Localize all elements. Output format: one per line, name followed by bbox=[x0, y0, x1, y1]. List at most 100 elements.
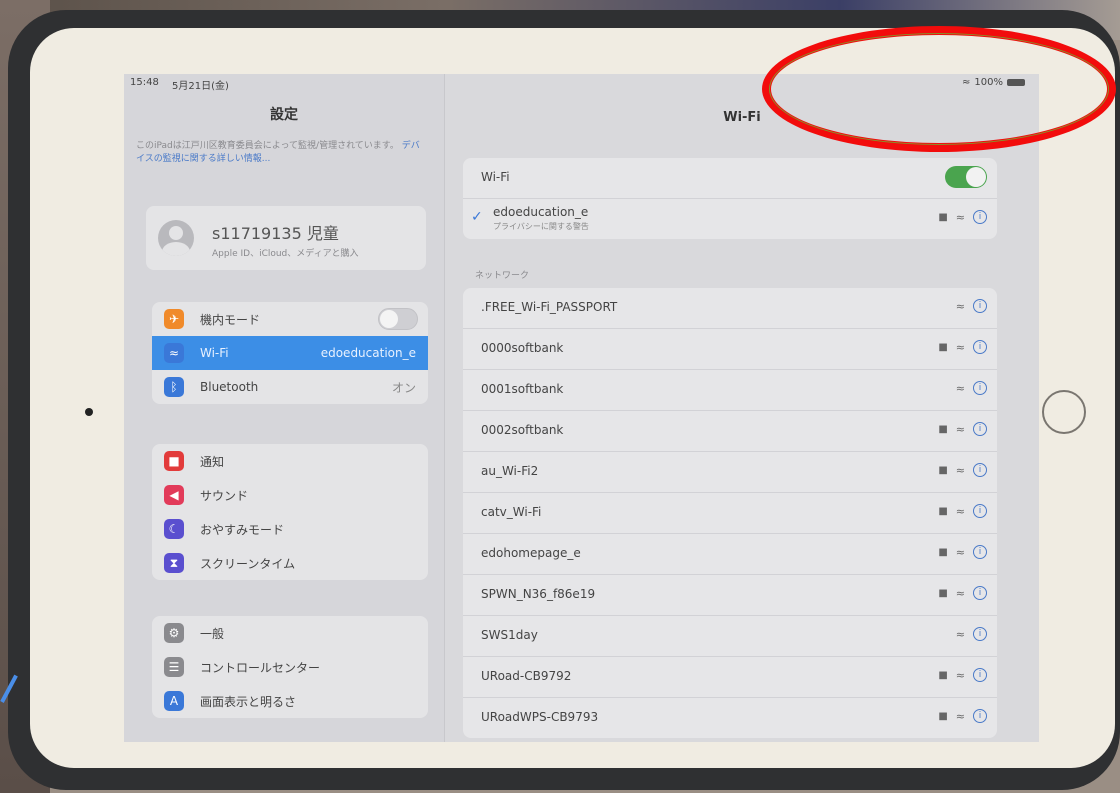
display-icon: A bbox=[164, 691, 184, 711]
wifi-signal-icon: ≈ bbox=[955, 340, 965, 354]
home-button[interactable] bbox=[1042, 390, 1086, 434]
wifi-signal-icon: ≈ bbox=[955, 381, 965, 395]
lock-icon: ■ bbox=[938, 423, 948, 435]
notifications-group: ■ 通知 ◀ サウンド ☾ おやすみモード ⧗ スクリーンタイム bbox=[152, 444, 428, 580]
wifi-signal-icon: ≈ bbox=[955, 668, 965, 682]
sidebar-item-notifications[interactable]: ■ 通知 bbox=[152, 444, 428, 478]
network-row[interactable]: edohomepage_e ■ ≈ i bbox=[463, 534, 997, 575]
network-row[interactable]: URoadWPS-CB9793 ■ ≈ i bbox=[463, 698, 997, 738]
airplane-mode-toggle[interactable] bbox=[378, 308, 418, 330]
wifi-signal-icon: ≈ bbox=[955, 463, 965, 477]
network-status-icons: ■ ≈ i bbox=[938, 463, 987, 477]
network-row[interactable]: URoad-CB9792 ■ ≈ i bbox=[463, 657, 997, 698]
check-icon: ✓ bbox=[471, 209, 483, 225]
networks-list: .FREE_Wi-Fi_PASSPORT ≈ i 0000softbank ■ ≈ i 000… bbox=[463, 288, 997, 738]
profile-subtitle: Apple ID、iCloud、メディアと購入 bbox=[212, 249, 359, 259]
network-name: URoad-CB9792 bbox=[481, 669, 572, 683]
sidebar-item-control-center[interactable]: ☰ コントロールセンター bbox=[152, 650, 428, 684]
info-icon[interactable]: i bbox=[973, 709, 987, 723]
info-icon[interactable]: i bbox=[973, 381, 987, 395]
wifi-card: Wi-Fi ✓ edoeducation_e プライバシーに関する警告 ■ ≈ … bbox=[463, 158, 997, 239]
hourglass-icon: ⧗ bbox=[164, 553, 184, 573]
info-icon[interactable]: i bbox=[973, 340, 987, 354]
network-name: SWS1day bbox=[481, 628, 538, 642]
wifi-signal-icon: ≈ bbox=[955, 210, 965, 224]
info-icon[interactable]: i bbox=[973, 668, 987, 682]
network-row[interactable]: 0001softbank ≈ i bbox=[463, 370, 997, 411]
avatar bbox=[158, 220, 194, 256]
wifi-signal-icon: ≈ bbox=[955, 422, 965, 436]
wifi-signal-icon: ≈ bbox=[955, 545, 965, 559]
sidebar-item-label: コントロールセンター bbox=[200, 660, 321, 675]
sidebar-item-screen-time[interactable]: ⧗ スクリーンタイム bbox=[152, 546, 428, 580]
wifi-signal-icon: ≈ bbox=[955, 627, 965, 641]
sidebar-item-label: 通知 bbox=[200, 454, 225, 469]
network-row[interactable]: catv_Wi-Fi ■ ≈ i bbox=[463, 493, 997, 534]
info-icon[interactable]: i bbox=[973, 627, 987, 641]
network-name: edohomepage_e bbox=[481, 546, 581, 560]
network-row[interactable]: 0000softbank ■ ≈ i bbox=[463, 329, 997, 370]
network-name: 0001softbank bbox=[481, 382, 564, 396]
network-status-icons: ■ ≈ i bbox=[938, 709, 987, 723]
wifi-label: Wi-Fi bbox=[481, 170, 510, 184]
network-status-icons: ■ ≈ i bbox=[938, 668, 987, 682]
apple-id-profile[interactable]: s11719135 児童 Apple ID、iCloud、メディアと購入 bbox=[146, 206, 426, 270]
info-icon[interactable]: i bbox=[973, 299, 987, 313]
sidebar-item-display[interactable]: A 画面表示と明るさ bbox=[152, 684, 428, 718]
wifi-toggle[interactable] bbox=[945, 166, 987, 188]
bluetooth-icon: ᛒ bbox=[164, 377, 184, 397]
sidebar-item-bluetooth[interactable]: ᛒ Bluetooth オン bbox=[152, 370, 428, 404]
network-status-icons: ■ ≈ i bbox=[938, 545, 987, 559]
lock-icon: ■ bbox=[938, 587, 948, 599]
sidebar-item-label: Wi-Fi bbox=[200, 346, 229, 360]
network-name: SPWN_N36_f86e19 bbox=[481, 587, 596, 601]
management-text: このiPadは江戸川区教育委員会によって監視/管理されています。 bbox=[136, 141, 399, 151]
sidebar-item-label: サウンド bbox=[200, 488, 249, 503]
info-icon[interactable]: i bbox=[973, 422, 987, 436]
network-name: catv_Wi-Fi bbox=[481, 505, 542, 519]
info-icon[interactable]: i bbox=[973, 586, 987, 600]
red-circle-annotation bbox=[762, 26, 1116, 152]
network-name: 0002softbank bbox=[481, 423, 564, 437]
info-icon[interactable]: i bbox=[973, 463, 987, 477]
moon-icon: ☾ bbox=[164, 519, 184, 539]
network-row[interactable]: .FREE_Wi-Fi_PASSPORT ≈ i bbox=[463, 288, 997, 329]
gear-icon: ⚙ bbox=[164, 623, 184, 643]
sidebar-item-label: スクリーンタイム bbox=[200, 556, 296, 571]
lock-icon: ■ bbox=[938, 211, 948, 223]
network-row[interactable]: SPWN_N36_f86e19 ■ ≈ i bbox=[463, 575, 997, 616]
sidebar-item-airplane[interactable]: ✈ 機内モード bbox=[152, 302, 428, 336]
sidebar-item-label: 一般 bbox=[200, 626, 225, 641]
network-name: 0000softbank bbox=[481, 341, 564, 355]
info-icon[interactable]: i bbox=[973, 545, 987, 559]
wifi-signal-icon: ≈ bbox=[955, 504, 965, 518]
network-row[interactable]: au_Wi-Fi2 ■ ≈ i bbox=[463, 452, 997, 493]
connected-network-row[interactable]: ✓ edoeducation_e プライバシーに関する警告 ■ ≈ i bbox=[463, 199, 997, 239]
lock-icon: ■ bbox=[938, 505, 948, 517]
sidebar-item-label: 画面表示と明るさ bbox=[200, 694, 297, 709]
network-row[interactable]: 0002softbank ■ ≈ i bbox=[463, 411, 997, 452]
info-icon[interactable]: i bbox=[973, 210, 987, 224]
info-icon[interactable]: i bbox=[973, 504, 987, 518]
profile-name: s11719135 児童 bbox=[212, 224, 339, 243]
network-name: au_Wi-Fi2 bbox=[481, 464, 539, 478]
network-status-icons: ■ ≈ i bbox=[938, 586, 987, 600]
control-center-icon: ☰ bbox=[164, 657, 184, 677]
wifi-toggle-row: Wi-Fi bbox=[463, 158, 997, 199]
wifi-detail-pane: Wi-Fi Wi-Fi ✓ edoeducation_e プライバシーに関する警… bbox=[445, 74, 1039, 742]
network-name: .FREE_Wi-Fi_PASSPORT bbox=[481, 300, 618, 314]
network-status-icons: ■ ≈ i bbox=[938, 210, 987, 224]
sound-icon: ◀ bbox=[164, 485, 184, 505]
sidebar-item-general[interactable]: ⚙ 一般 bbox=[152, 616, 428, 650]
sidebar-item-sound[interactable]: ◀ サウンド bbox=[152, 478, 428, 512]
lock-icon: ■ bbox=[938, 464, 948, 476]
sidebar-item-wifi[interactable]: ≈ Wi-Fi edoeducation_e bbox=[152, 336, 428, 370]
network-status-icons: ■ ≈ i bbox=[938, 504, 987, 518]
network-status-icons: ■ ≈ i bbox=[938, 422, 987, 436]
sidebar-item-do-not-disturb[interactable]: ☾ おやすみモード bbox=[152, 512, 428, 546]
networks-section-label: ネットワーク bbox=[475, 271, 530, 281]
network-row[interactable]: SWS1day ≈ i bbox=[463, 616, 997, 657]
settings-sidebar: 設定 このiPadは江戸川区教育委員会によって監視/管理されています。 デバイス… bbox=[124, 74, 445, 742]
network-name: URoadWPS-CB9793 bbox=[481, 710, 599, 724]
sidebar-item-label: おやすみモード bbox=[200, 522, 285, 537]
